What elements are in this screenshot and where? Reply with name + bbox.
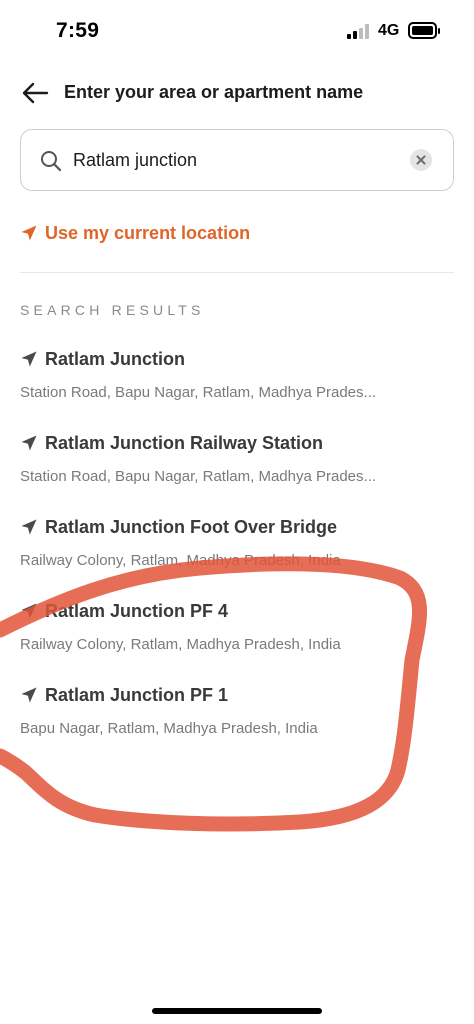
- result-address: Railway Colony, Ratlam, Madhya Pradesh, …: [20, 636, 341, 653]
- status-time: 7:59: [56, 19, 100, 42]
- use-current-location-button[interactable]: Use my current location: [20, 221, 250, 245]
- network-label: 4G: [378, 22, 400, 39]
- search-result-item[interactable]: Ratlam Junction Railway Station Station …: [20, 430, 460, 514]
- header: Enter your area or apartment name: [20, 78, 460, 108]
- location-arrow-icon: [21, 519, 37, 535]
- result-address: Railway Colony, Ratlam, Madhya Pradesh, …: [20, 552, 341, 569]
- result-title: Ratlam Junction PF 1: [45, 684, 229, 705]
- search-result-item[interactable]: Ratlam Junction Foot Over Bridge Railway…: [20, 514, 460, 598]
- result-title: Ratlam Junction Railway Station: [45, 432, 324, 453]
- search-result-item[interactable]: Ratlam Junction PF 1 Bapu Nagar, Ratlam,…: [20, 682, 460, 766]
- signal-icon: [347, 24, 371, 39]
- result-address: Bapu Nagar, Ratlam, Madhya Pradesh, Indi…: [20, 720, 318, 737]
- location-arrow-icon: [21, 603, 37, 619]
- location-arrow-icon: [21, 687, 37, 703]
- status-bar: 7:59 4G: [0, 0, 474, 62]
- search-icon: [41, 151, 62, 172]
- search-result-item[interactable]: Ratlam Junction Station Road, Bapu Nagar…: [20, 346, 460, 430]
- result-title: Ratlam Junction Foot Over Bridge: [45, 516, 338, 537]
- location-arrow-icon: [21, 435, 37, 451]
- home-indicator: [152, 1008, 322, 1014]
- result-address: Station Road, Bapu Nagar, Ratlam, Madhya…: [20, 384, 377, 401]
- search-results-list: Ratlam Junction Station Road, Bapu Nagar…: [20, 346, 460, 766]
- use-current-location-label: Use my current location: [45, 222, 251, 243]
- result-address: Station Road, Bapu Nagar, Ratlam, Madhya…: [20, 468, 377, 485]
- search-results-heading: SEARCH RESULTS: [20, 302, 205, 318]
- page-title: Enter your area or apartment name: [64, 82, 364, 102]
- result-title: Ratlam Junction: [45, 348, 186, 369]
- search-input[interactable]: [73, 144, 403, 176]
- arrow-left-icon: [22, 82, 49, 104]
- divider: [20, 272, 454, 273]
- back-button[interactable]: [20, 78, 52, 108]
- clear-search-button[interactable]: [410, 149, 432, 171]
- search-box: [20, 129, 454, 191]
- search-result-item[interactable]: Ratlam Junction PF 4 Railway Colony, Rat…: [20, 598, 460, 682]
- location-arrow-icon: [21, 225, 37, 241]
- result-title: Ratlam Junction PF 4: [45, 600, 229, 621]
- location-arrow-icon: [21, 351, 37, 367]
- battery-icon: [408, 22, 440, 39]
